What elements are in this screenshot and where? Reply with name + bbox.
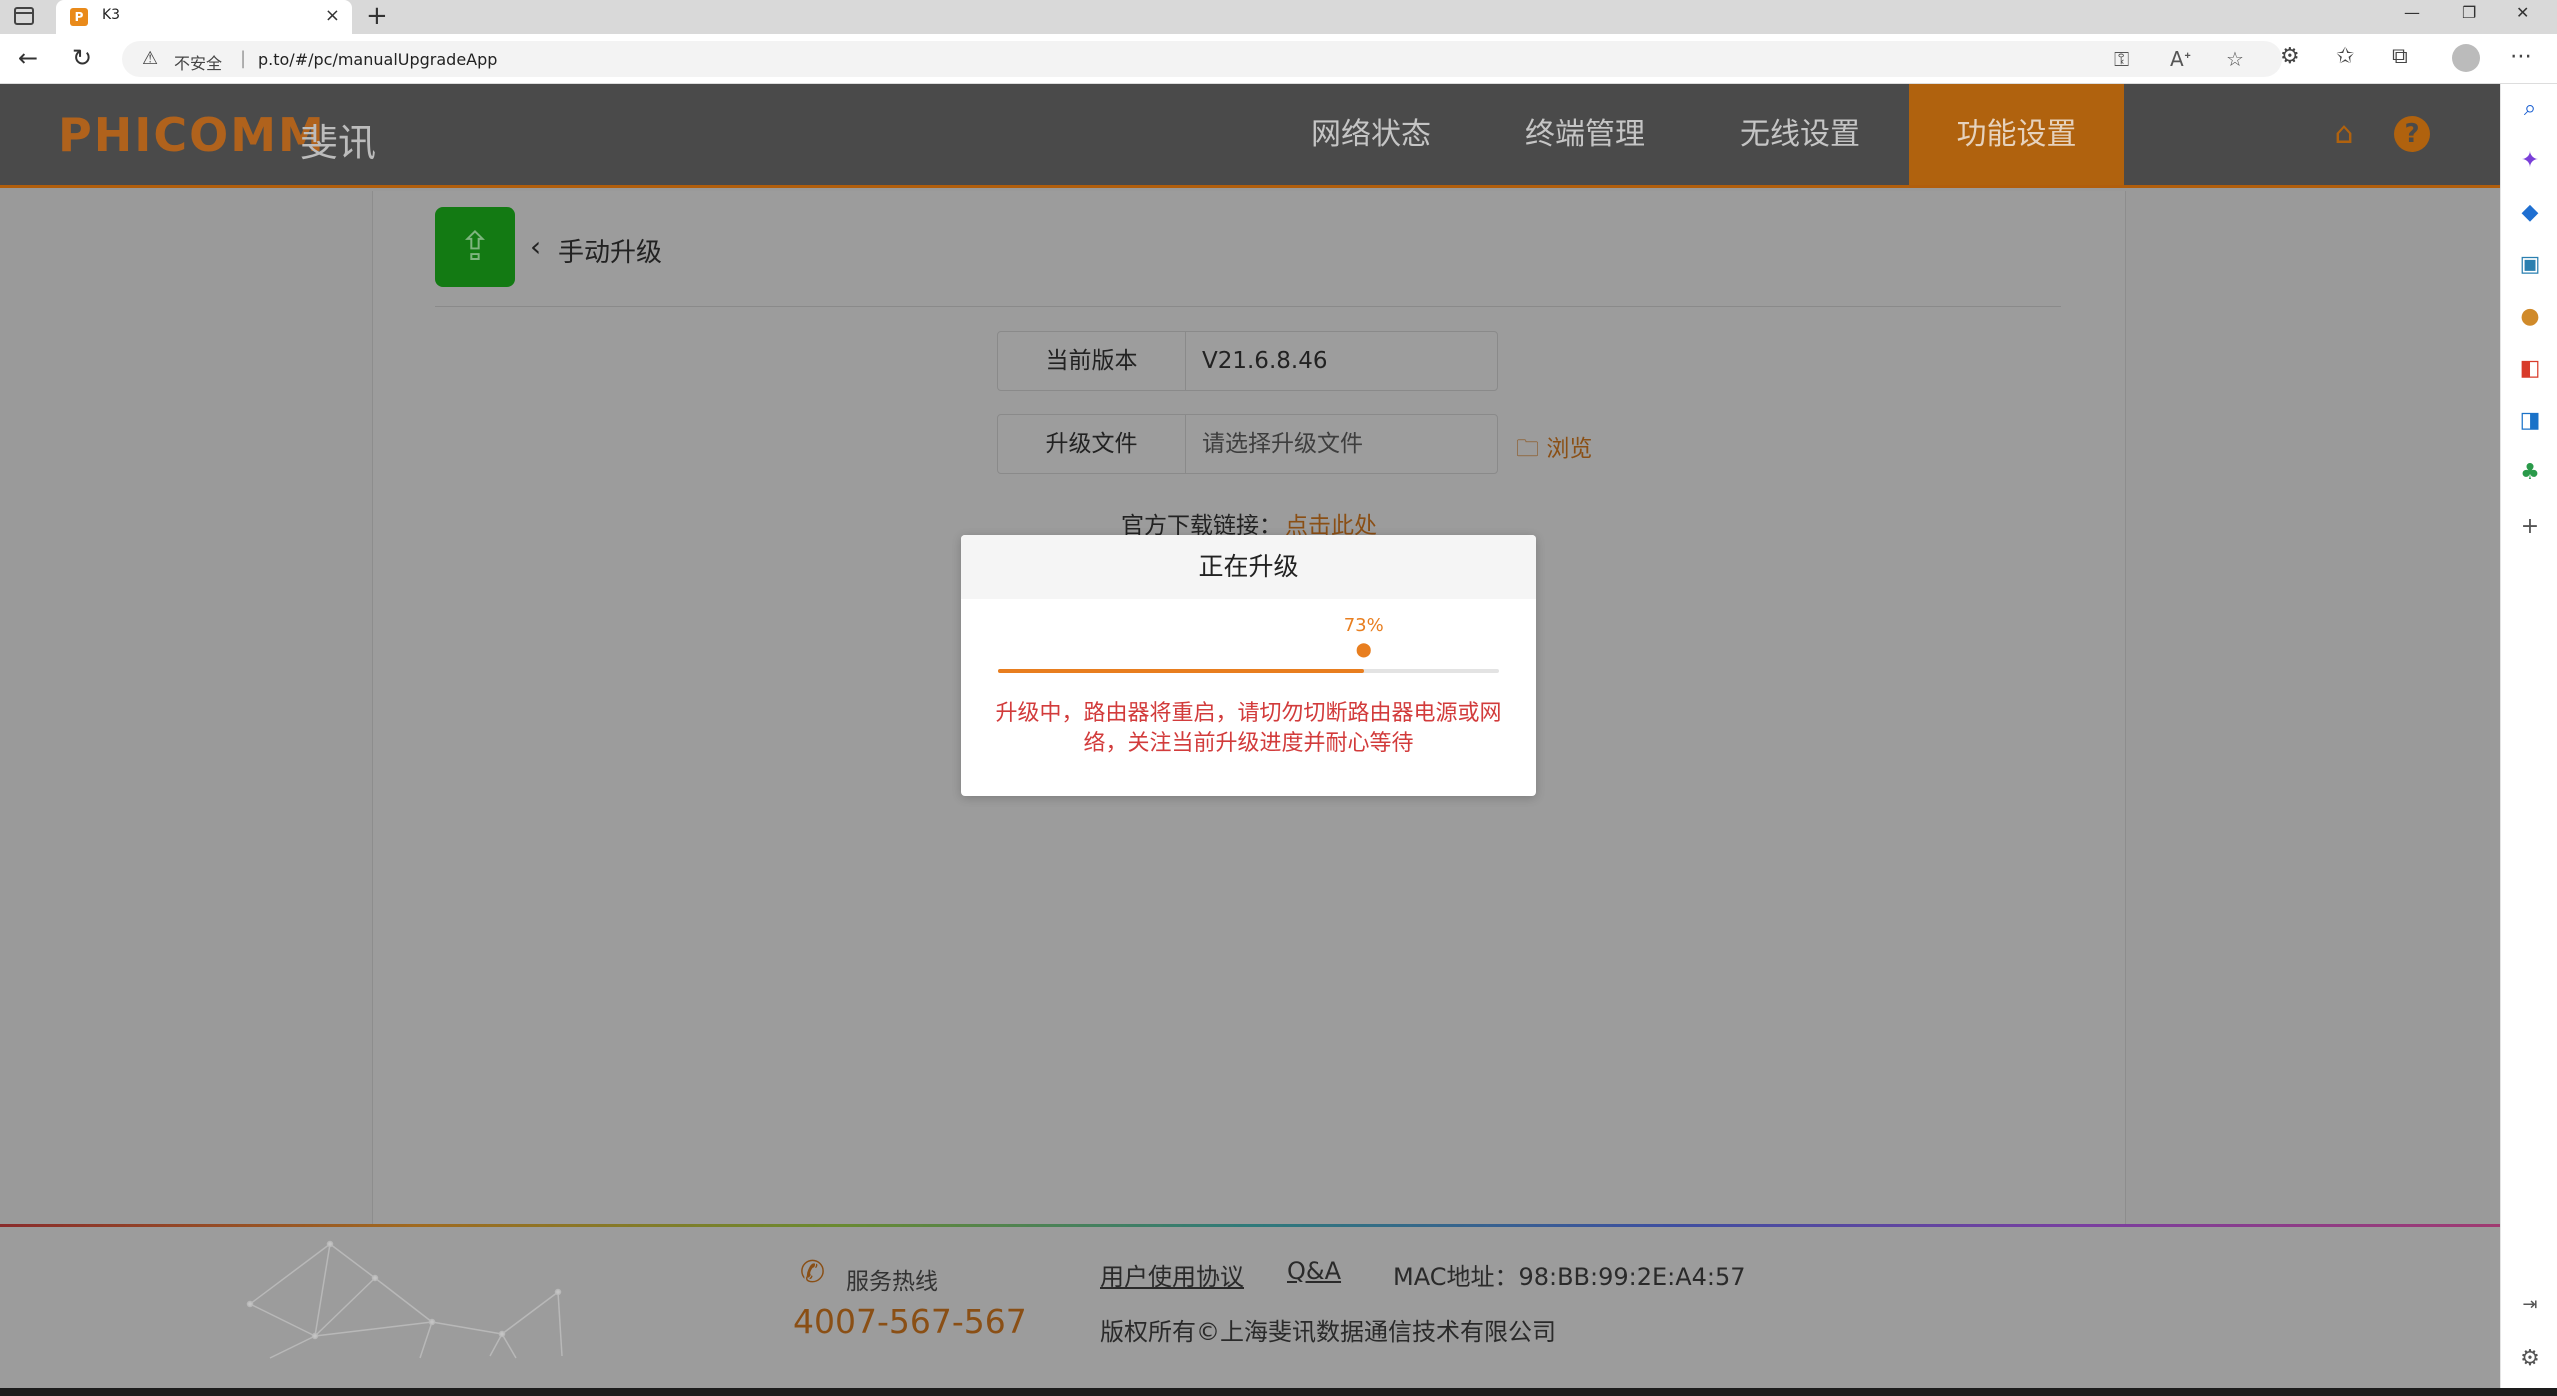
copyright: 版权所有©上海斐讯数据通信技术有限公司 [1100,1318,1556,1346]
tab-close-icon[interactable]: × [325,5,340,26]
qa-link[interactable]: Q&A [1287,1257,1341,1285]
current-version-field: 当前版本 V21.6.8.46 [997,331,1498,391]
upgrade-file-label: 升级文件 [998,415,1186,473]
outlook-icon[interactable]: ◨ [2517,408,2543,433]
hotline-number: 4007-567-567 [793,1302,1027,1341]
dialog-title: 正在升级 [961,535,1536,599]
browse-button[interactable]: 🗀 浏览 [1516,429,1592,471]
favorite-star-icon[interactable]: ☆ [2226,47,2244,71]
current-version-label: 当前版本 [998,332,1186,390]
address-bar[interactable]: ⚠ 不安全 | p.to/#/pc/manualUpgradeApp ⚿ Aᐩ … [122,41,2282,77]
folder-icon: 🗀 [1516,436,1539,462]
read-aloud-icon[interactable]: Aᐩ [2170,47,2191,71]
upload-icon: ⇪ [435,207,515,287]
title-divider [435,306,2061,307]
hide-sidebar-icon[interactable]: ⇥ [2517,1294,2543,1315]
upgrade-progress-dialog: 正在升级 73% ⬤ 升级中，路由器将重启，请切勿切断路由器电源或网络，关注当前… [961,535,1536,796]
tab-title: K3 [102,7,121,23]
add-sidebar-app-icon[interactable]: + [2517,514,2543,539]
tree-icon[interactable]: ♣ [2517,460,2543,485]
upgrade-file-input[interactable]: 请选择升级文件 [1202,415,1363,473]
more-icon[interactable]: ⋯ [2510,44,2532,69]
progress-pin-icon: ⬤ [1355,642,1372,658]
address-bar-row: ← ↻ ⚠ 不安全 | p.to/#/pc/manualUpgradeApp ⚿… [0,34,2557,84]
upgrade-file-field[interactable]: 升级文件 请选择升级文件 [997,414,1498,474]
shopping-tag-icon[interactable]: ◆ [2517,200,2543,225]
minimize-icon[interactable]: — [2404,3,2420,22]
window-close-icon[interactable]: ✕ [2516,3,2529,22]
router-icon[interactable]: ⌂ [2326,116,2362,152]
phone-icon: ✆ [800,1255,826,1290]
nav-wireless-settings[interactable]: 无线设置 [1713,84,1887,185]
office-icon[interactable]: ◧ [2517,356,2543,381]
user-agreement-link[interactable]: 用户使用协议 [1100,1257,1244,1292]
network-decoration [246,1240,563,1359]
url-text[interactable]: p.to/#/pc/manualUpgradeApp [258,50,497,69]
progress-fill [998,669,1364,673]
profile-avatar-icon[interactable] [2452,44,2480,72]
app-header: PHICOMM 斐讯 网络状态 终端管理 无线设置 功能设置 ⌂ ? [0,84,2500,188]
favorites-icon[interactable]: ✩ [2336,44,2354,69]
new-tab-icon[interactable]: + [366,1,388,31]
extensions-icon[interactable]: ⚙ [2280,44,2300,69]
sidebar-settings-icon[interactable]: ⚙ [2517,1346,2543,1371]
browser-tab[interactable]: P K3 × [56,0,352,34]
games-icon[interactable]: ● [2517,304,2543,329]
warning-icon: ⚠ [142,48,159,69]
mac-address: MAC地址：98:BB:99:2E:A4:57 [1393,1263,1746,1291]
phicomm-logo-cn: 斐讯 [300,121,377,165]
hotline-label: 服务热线 [846,1269,938,1295]
restore-icon[interactable]: ❐ [2462,3,2476,22]
url-separator: | [240,48,247,69]
page-title[interactable]: 手动升级 [558,232,662,269]
search-icon[interactable]: ⌕ [2517,96,2543,121]
current-version-value: V21.6.8.46 [1202,348,1328,374]
nav-function-settings[interactable]: 功能设置 [1909,84,2124,185]
key-icon[interactable]: ⚿ [2114,47,2129,71]
browser-tab-bar: P K3 × + — ❐ ✕ [0,0,2557,34]
tools-icon[interactable]: ▣ [2517,252,2543,277]
insecure-label[interactable]: 不安全 [174,50,222,74]
back-chevron-icon[interactable]: ‹ [530,230,541,263]
browse-label: 浏览 [1546,436,1593,462]
progress-track: 73% ⬤ [998,615,1499,673]
os-taskbar [0,1388,2557,1396]
copilot-icon[interactable]: ✦ [2517,148,2543,173]
edge-sidebar: ⌕ ✦ ◆ ▣ ● ◧ ◨ ♣ + ⇥ ⚙ [2500,84,2557,1388]
back-icon[interactable]: ← [18,44,38,72]
nav-terminal-management[interactable]: 终端管理 [1498,84,1672,185]
reload-icon[interactable]: ↻ [72,44,92,72]
dialog-warning-message: 升级中，路由器将重启，请切勿切断路由器电源或网络，关注当前升级进度并耐心等待 [995,701,1502,756]
tab-favicon-icon: P [70,8,88,26]
collections-icon[interactable]: ⧉ [2392,44,2408,69]
phicomm-logo: PHICOMM [58,108,326,162]
progress-percent: 73% [1343,615,1384,636]
help-icon[interactable]: ? [2394,116,2430,152]
nav-network-status[interactable]: 网络状态 [1284,84,1458,185]
tab-actions-icon[interactable] [14,7,34,25]
